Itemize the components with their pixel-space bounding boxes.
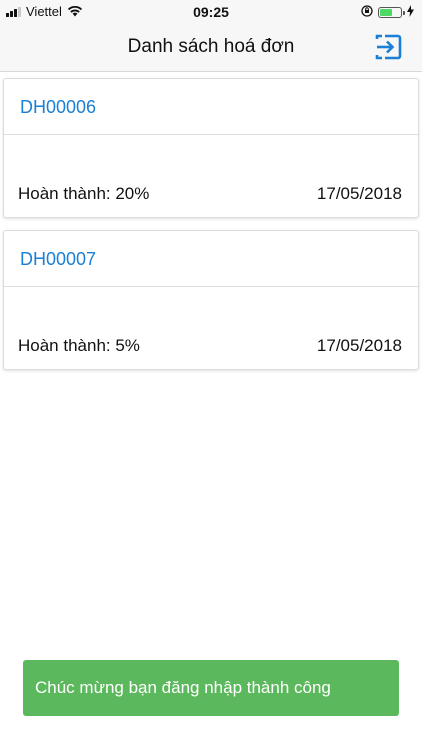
logout-icon — [375, 34, 402, 60]
status-time: 09:25 — [193, 4, 229, 20]
invoice-card[interactable]: DH00007 Hoàn thành: 5% 17/05/2018 — [3, 230, 419, 370]
logout-button[interactable] — [374, 33, 402, 61]
invoice-progress: Hoàn thành: 5% — [18, 336, 140, 355]
status-bar-right — [361, 4, 414, 20]
invoice-code[interactable]: DH00007 — [20, 249, 96, 269]
login-success-toast: Chúc mừng bạn đăng nhập thành công — [23, 660, 399, 716]
battery-icon — [378, 6, 405, 18]
invoice-card-footer: Hoàn thành: 20% 17/05/2018 — [18, 183, 402, 205]
battery-level — [380, 8, 392, 16]
toast-message: Chúc mừng bạn đăng nhập thành công — [35, 678, 331, 697]
charging-icon — [407, 4, 414, 20]
invoice-card[interactable]: DH00006 Hoàn thành: 20% 17/05/2018 — [3, 78, 419, 218]
invoice-card-header: DH00006 — [4, 79, 418, 135]
nav-bar: Danh sách hoá đơn — [0, 24, 422, 72]
invoice-date: 17/05/2018 — [316, 336, 402, 355]
invoice-date: 17/05/2018 — [316, 184, 402, 203]
invoice-progress: Hoàn thành: 20% — [18, 184, 150, 203]
invoice-card-footer: Hoàn thành: 5% 17/05/2018 — [18, 335, 402, 357]
status-bar: Viettel 09:25 — [0, 0, 422, 24]
invoice-card-header: DH00007 — [4, 231, 418, 287]
invoice-list: DH00006 Hoàn thành: 20% 17/05/2018 DH000… — [3, 78, 419, 382]
invoice-code[interactable]: DH00006 — [20, 97, 96, 117]
page-title: Danh sách hoá đơn — [127, 36, 295, 57]
rotation-lock-icon — [361, 4, 373, 20]
